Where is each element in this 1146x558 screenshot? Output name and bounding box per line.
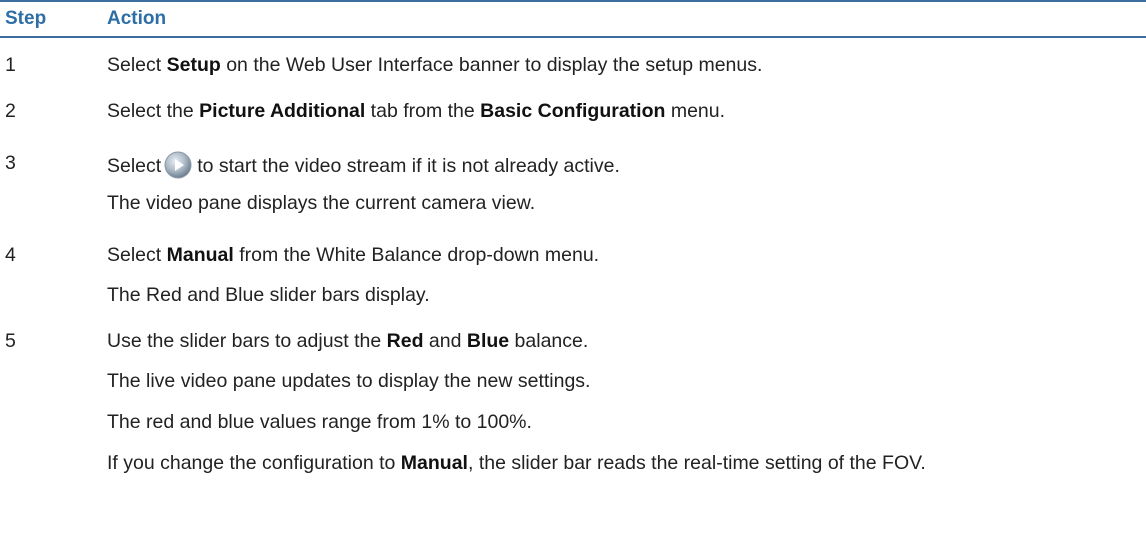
play-button-icon — [163, 150, 193, 180]
step-number: 2 — [5, 100, 16, 122]
step-number: 3 — [5, 152, 16, 174]
action-text: Select Manual from the White Balance dro… — [107, 244, 600, 266]
action-text: Use the slider bars to adjust the Red an… — [107, 330, 589, 352]
result-text: The video pane displays the current came… — [107, 192, 536, 214]
header-step: Step — [5, 8, 47, 29]
result-text: The live video pane updates to display t… — [107, 370, 591, 392]
step-number: 5 — [5, 330, 16, 352]
table-header: Step Action — [0, 0, 1146, 38]
procedure-table: Step Action 1 Select Setup on the Web Us… — [0, 0, 1146, 474]
result-text: The red and blue values range from 1% to… — [107, 411, 532, 433]
step-number: 1 — [5, 54, 16, 76]
action-text: Select to start the video stream if it is… — [107, 150, 620, 180]
note-text: If you change the configuration to Manua… — [107, 452, 926, 474]
header-action: Action — [107, 8, 167, 29]
action-text: Select the Picture Additional tab from t… — [107, 100, 726, 122]
result-text: The Red and Blue slider bars display. — [107, 284, 430, 306]
step-number: 4 — [5, 244, 16, 266]
action-text: Select Setup on the Web User Interface b… — [107, 54, 763, 76]
